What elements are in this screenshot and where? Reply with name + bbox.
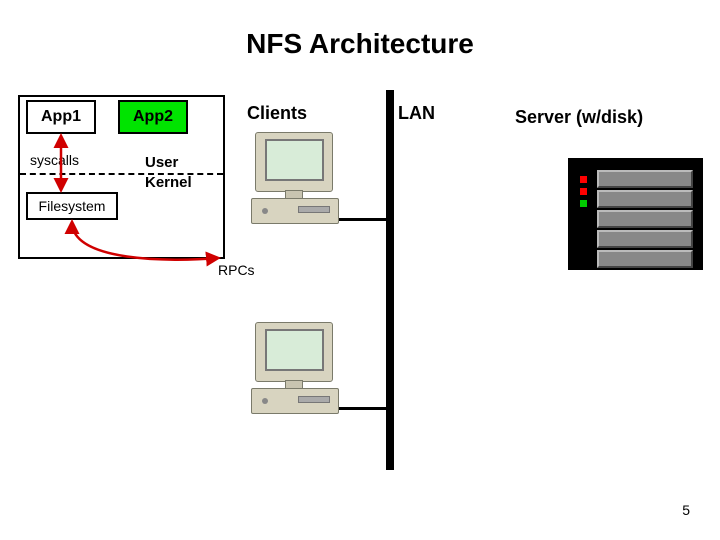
filesystem-box: Filesystem: [26, 192, 118, 220]
server-label: Server (w/disk): [515, 107, 643, 128]
monitor-icon: [255, 322, 333, 382]
user-label: User: [145, 155, 178, 172]
server-icon: [568, 158, 703, 270]
tower-icon: [251, 388, 339, 414]
app2-box: App2: [118, 100, 188, 134]
client-pc-2: [247, 322, 342, 417]
lan-bar: [386, 90, 394, 470]
disk-icon: [597, 170, 693, 188]
monitor-icon: [255, 132, 333, 192]
led-icon: [580, 188, 587, 195]
kernel-label: Kernel: [145, 175, 192, 192]
disk-icon: [597, 250, 693, 268]
disk-icon: [597, 230, 693, 248]
app1-box: App1: [26, 100, 96, 134]
rpcs-label: RPCs: [218, 262, 255, 278]
disk-icon: [597, 210, 693, 228]
user-kernel-divider: [20, 173, 223, 175]
tower-icon: [251, 198, 339, 224]
led-icon: [580, 176, 587, 183]
page-title: NFS Architecture: [0, 28, 720, 60]
disk-icon: [597, 190, 693, 208]
lan-label: LAN: [398, 103, 435, 124]
client-pc-1: [247, 132, 342, 227]
led-icon: [580, 200, 587, 207]
arrows-overlay: [0, 0, 720, 540]
page-number: 5: [682, 502, 690, 518]
syscalls-label: syscalls: [30, 152, 79, 168]
clients-label: Clients: [247, 103, 307, 124]
